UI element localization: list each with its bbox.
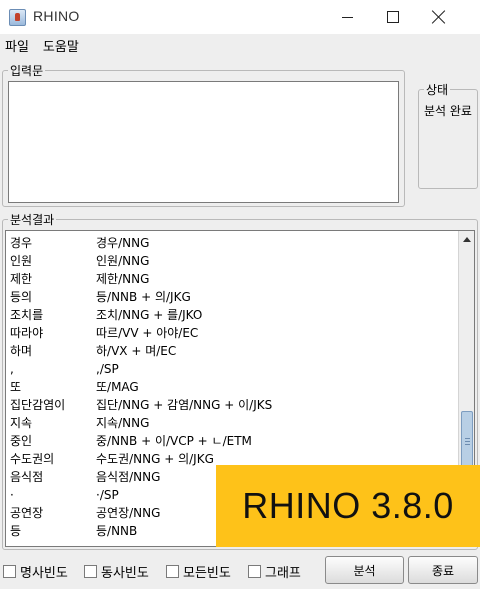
result-row: 공연장 공연장/NNG — [10, 504, 160, 522]
result-row: 인원 인원/NNG — [10, 252, 149, 270]
result-word: 중인 — [10, 434, 33, 448]
result-row: , ,/SP — [10, 360, 119, 378]
result-row: 등의 등/NNB + 의/JKG — [10, 288, 191, 306]
noun-freq-checkbox[interactable]: 명사빈도 — [3, 562, 68, 581]
result-word: 수도권의 — [10, 452, 55, 466]
java-app-icon — [9, 9, 26, 26]
result-row: 경우 경우/NNG — [10, 234, 149, 252]
result-analysis: 제한/NNG — [96, 272, 150, 286]
result-analysis: 따르/VV + 아야/EC — [96, 326, 199, 340]
status-group: 상태 분석 완료 — [418, 81, 478, 189]
result-analysis: 지속/NNG — [96, 416, 150, 430]
result-legend: 분석결과 — [8, 211, 57, 228]
graph-checkbox[interactable]: 그래프 — [248, 562, 301, 581]
result-analysis: 등/NNB + 의/JKG — [96, 290, 191, 304]
checkbox-box — [3, 565, 16, 578]
result-analysis: 수도권/NNG + 의/JKG — [96, 452, 214, 466]
result-row: 지속 지속/NNG — [10, 414, 149, 432]
result-row: 하며 하/VX + 며/EC — [10, 342, 176, 360]
result-analysis: 집단/NNG + 감염/NNG + 이/JKS — [96, 398, 273, 412]
result-analysis: 공연장/NNG — [96, 506, 161, 520]
result-word: 경우 — [10, 236, 33, 250]
result-word: , — [10, 362, 14, 376]
minimize-button[interactable] — [324, 0, 370, 34]
scroll-thumb[interactable] — [461, 411, 473, 471]
result-row: 조치를 조치/NNG + 를/JKO — [10, 306, 202, 324]
result-word: 집단감염이 — [10, 398, 66, 412]
result-word: 따라야 — [10, 326, 44, 340]
result-analysis: 조치/NNG + 를/JKO — [96, 308, 203, 322]
result-analysis: 중/NNB + 이/VCP + ㄴ/ETM — [96, 434, 252, 448]
minimize-icon — [341, 16, 353, 18]
graph-label: 그래프 — [265, 566, 301, 581]
arrow-up-icon — [463, 236, 471, 242]
input-group: 입력문 — [2, 62, 405, 207]
result-analysis: 하/VX + 며/EC — [96, 344, 177, 358]
bottom-controls: 명사빈도 동사빈도 모든빈도 그래프 분석 종료 — [0, 555, 480, 585]
result-analysis: 또/MAG — [96, 380, 139, 394]
window-title: RHINO — [33, 8, 80, 24]
analyze-button[interactable]: 분석 — [325, 556, 404, 584]
exit-button[interactable]: 종료 — [408, 556, 478, 584]
result-word: 조치를 — [10, 308, 44, 322]
result-word: 하며 — [10, 344, 33, 358]
result-word: 등의 — [10, 290, 33, 304]
input-legend: 입력문 — [8, 62, 46, 79]
result-word: 공연장 — [10, 506, 44, 520]
menu-bar: 파일 도움말 — [0, 34, 480, 56]
result-word: 제한 — [10, 272, 33, 286]
result-analysis: 음식점/NNG — [96, 470, 161, 484]
result-row: 음식점 음식점/NNG — [10, 468, 160, 486]
result-word: · — [10, 488, 14, 502]
verb-freq-label: 동사빈도 — [101, 566, 149, 581]
result-analysis: ·/SP — [96, 488, 119, 502]
checkbox-box — [84, 565, 97, 578]
result-row: 또 또/MAG — [10, 378, 139, 396]
result-row: 중인 중/NNB + 이/VCP + ㄴ/ETM — [10, 432, 252, 450]
result-row: 등 등/NNB — [10, 522, 137, 540]
status-text: 분석 완료 — [424, 104, 472, 118]
maximize-button[interactable] — [370, 0, 416, 34]
result-row: 따라야 따르/VV + 아야/EC — [10, 324, 198, 342]
close-button[interactable] — [416, 0, 462, 34]
version-banner: RHINO 3.8.0 — [216, 465, 480, 547]
result-analysis: 경우/NNG — [96, 236, 150, 250]
grip-line — [465, 441, 470, 442]
result-row: 제한 제한/NNG — [10, 270, 149, 288]
scroll-up-button[interactable] — [460, 232, 474, 246]
checkbox-box — [248, 565, 261, 578]
close-icon — [432, 10, 446, 24]
verb-freq-checkbox[interactable]: 동사빈도 — [84, 562, 149, 581]
menu-file[interactable]: 파일 — [0, 36, 36, 55]
result-word: 또 — [10, 380, 22, 394]
status-legend: 상태 — [424, 81, 451, 98]
menu-help[interactable]: 도움말 — [36, 36, 86, 55]
all-freq-label: 모든빈도 — [183, 566, 231, 581]
noun-freq-label: 명사빈도 — [20, 566, 68, 581]
result-word: 음식점 — [10, 470, 44, 484]
result-word: 인원 — [10, 254, 33, 268]
result-row: 수도권의 수도권/NNG + 의/JKG — [10, 450, 214, 468]
input-textarea[interactable] — [8, 81, 399, 203]
result-word: 지속 — [10, 416, 33, 430]
grip-line — [465, 444, 470, 445]
result-row: · ·/SP — [10, 486, 119, 504]
result-word: 등 — [10, 524, 22, 538]
result-analysis: 인원/NNG — [96, 254, 150, 268]
maximize-icon — [387, 11, 399, 23]
result-analysis: 등/NNB — [96, 524, 138, 538]
result-analysis: ,/SP — [96, 362, 119, 376]
checkbox-box — [166, 565, 179, 578]
grip-line — [465, 438, 470, 439]
all-freq-checkbox[interactable]: 모든빈도 — [166, 562, 231, 581]
title-bar: RHINO — [0, 0, 480, 34]
result-row: 집단감염이 집단/NNG + 감염/NNG + 이/JKS — [10, 396, 272, 414]
